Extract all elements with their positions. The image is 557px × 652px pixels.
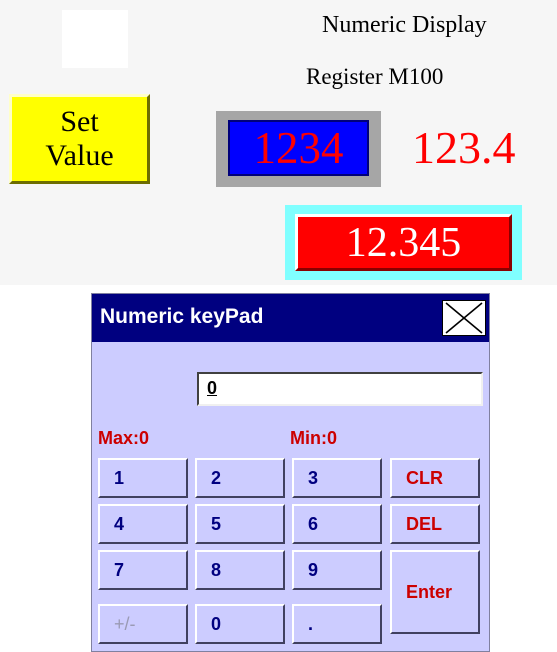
key-0[interactable]: 0	[195, 604, 285, 644]
float-display-frame: 12.345	[285, 205, 522, 280]
register-label: Register M100	[306, 64, 444, 89]
key-2[interactable]: 2	[195, 458, 285, 498]
key-6[interactable]: 6	[292, 504, 382, 544]
keypad-value-input[interactable]: 0	[197, 372, 483, 406]
key-9[interactable]: 9	[292, 550, 382, 590]
key-7[interactable]: 7	[98, 550, 188, 590]
key-3[interactable]: 3	[292, 458, 382, 498]
delete-button[interactable]: DEL	[390, 504, 480, 544]
keypad-title-bar: Numeric keyPad	[92, 294, 489, 342]
float-display[interactable]: 12.345	[295, 214, 512, 271]
integer-display[interactable]: 1234	[228, 120, 369, 176]
hmi-screen: Numeric Display Register M100 Set Value …	[0, 0, 557, 285]
key-5[interactable]: 5	[195, 504, 285, 544]
decimal-point-key[interactable]: .	[292, 604, 382, 644]
max-label: Max:0	[98, 428, 150, 448]
set-value-button[interactable]: Set Value	[9, 94, 150, 184]
keypad-title: Numeric keyPad	[100, 305, 264, 328]
integer-display-frame: 1234	[216, 111, 381, 187]
key-8[interactable]: 8	[195, 550, 285, 590]
set-value-label-line2: Value	[45, 139, 114, 172]
numeric-keypad-dialog: Numeric keyPad 0 Max:0 Min:0 1 2 3 CLR 4…	[91, 293, 490, 652]
key-1[interactable]: 1	[98, 458, 188, 498]
enter-button[interactable]: Enter	[390, 550, 480, 634]
clear-button[interactable]: CLR	[390, 458, 480, 498]
blank-panel	[62, 10, 128, 68]
key-4[interactable]: 4	[98, 504, 188, 544]
set-value-label-line1: Set	[60, 105, 99, 138]
close-button[interactable]	[442, 300, 486, 336]
min-label: Min:0	[290, 428, 337, 448]
decimal-display: 123.4	[412, 122, 516, 173]
close-icon	[445, 302, 483, 334]
page-title: Numeric Display	[322, 12, 487, 38]
plus-minus-key[interactable]: +/-	[98, 604, 188, 644]
keypad-value-text: 0	[207, 378, 218, 398]
